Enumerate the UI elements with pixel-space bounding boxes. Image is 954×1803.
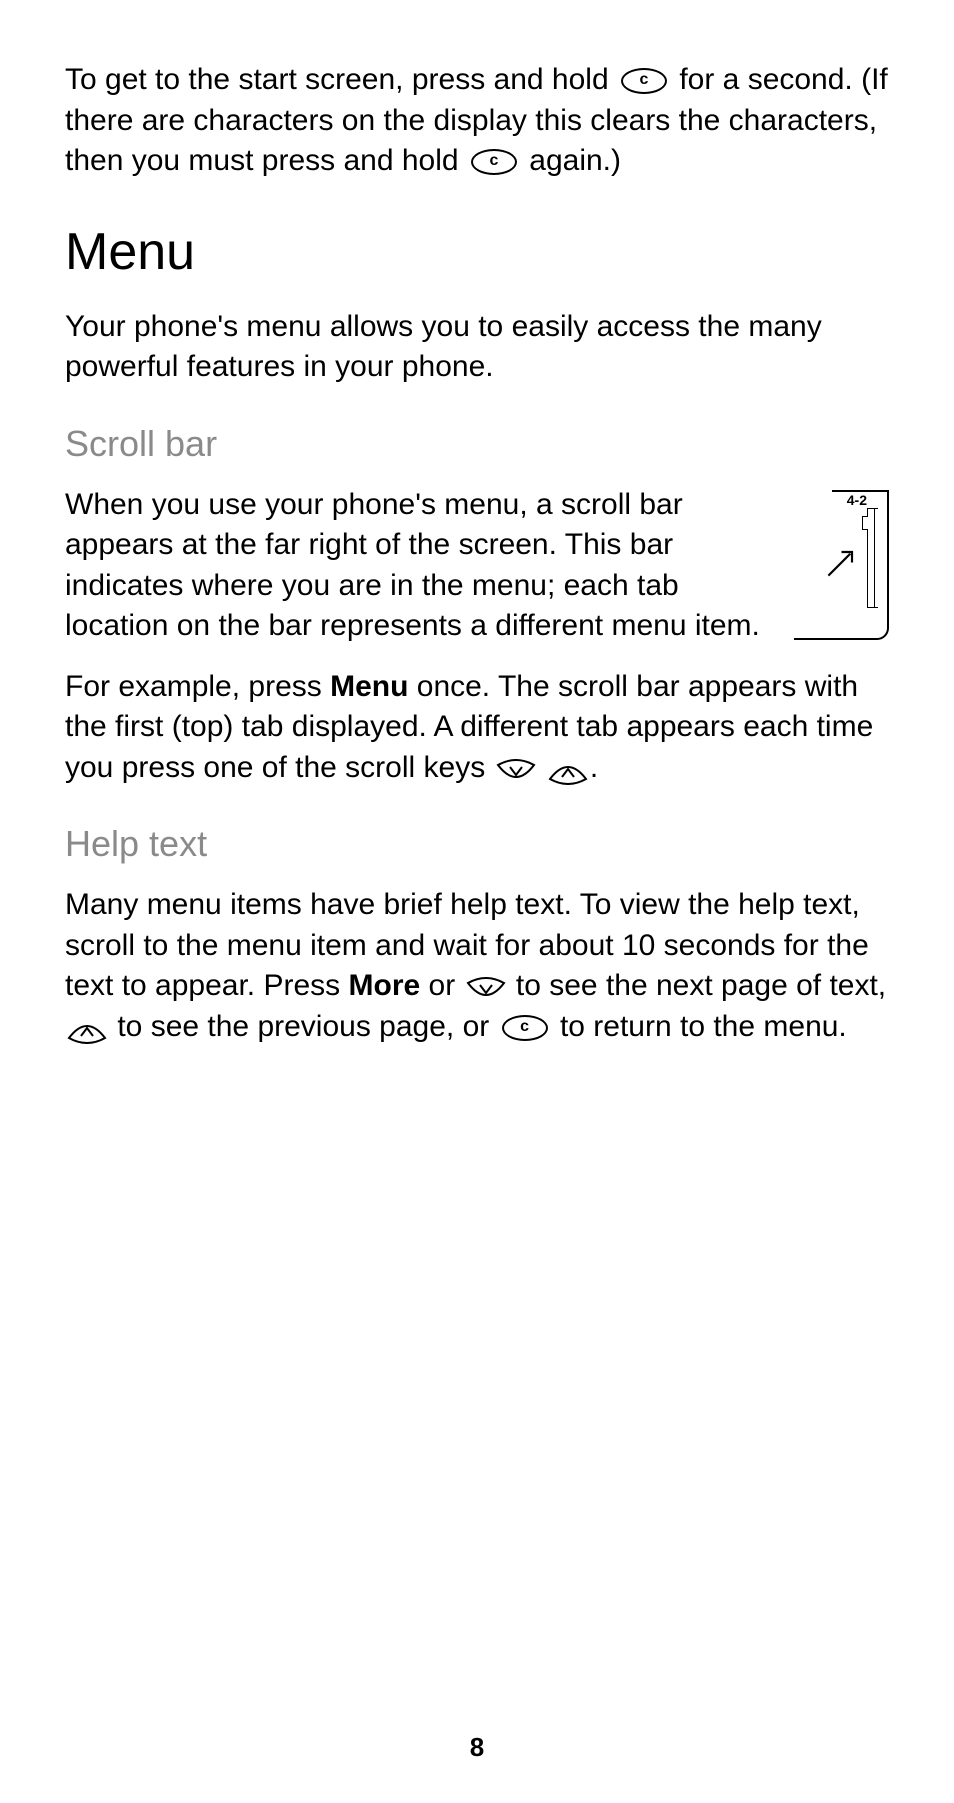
- scrollbar-row: When you use your phone's menu, a scroll…: [65, 485, 889, 667]
- scrollbar-bar-icon: [867, 508, 875, 608]
- arrow-icon: [824, 545, 859, 580]
- helptext-heading: Help text: [65, 823, 889, 865]
- scroll-up-icon: [548, 756, 588, 782]
- helptext-p1-b: or: [420, 969, 463, 1002]
- scrollbar-p1: When you use your phone's menu, a scroll…: [65, 485, 769, 647]
- scroll-down-icon: [496, 756, 536, 782]
- page-number: 8: [470, 1732, 484, 1763]
- helptext-p1-e: to return to the menu.: [560, 1010, 847, 1043]
- intro-paragraph: To get to the start screen, press and ho…: [65, 60, 889, 182]
- menu-intro: Your phone's menu allows you to easily a…: [65, 307, 889, 388]
- more-bold: More: [349, 969, 421, 1002]
- scrollbar-heading: Scroll bar: [65, 423, 889, 465]
- menu-bold: Menu: [330, 670, 408, 703]
- c-key-icon: [621, 68, 667, 94]
- helptext-p1-d: to see the previous page, or: [117, 1010, 497, 1043]
- c-key-icon: [502, 1015, 548, 1041]
- scroll-down-icon: [466, 974, 506, 1000]
- intro-text-c: again.): [529, 144, 621, 177]
- intro-text-a: To get to the start screen, press and ho…: [65, 63, 617, 96]
- scrollbar-figure-label: 4-2: [847, 492, 867, 508]
- helptext-p1-c: to see the next page of text,: [516, 969, 886, 1002]
- scroll-up-icon: [67, 1015, 107, 1041]
- scrollbar-p2: For example, press Menu once. The scroll…: [65, 667, 889, 789]
- document-page: To get to the start screen, press and ho…: [0, 0, 954, 1803]
- c-key-icon: [471, 149, 517, 175]
- helptext-p1: Many menu items have brief help text. To…: [65, 885, 889, 1047]
- scrollbar-figure: 4-2: [794, 490, 889, 640]
- menu-heading: Menu: [65, 222, 889, 282]
- scrollbar-p2-c: .: [590, 751, 598, 784]
- scrollbar-p2-a: For example, press: [65, 670, 330, 703]
